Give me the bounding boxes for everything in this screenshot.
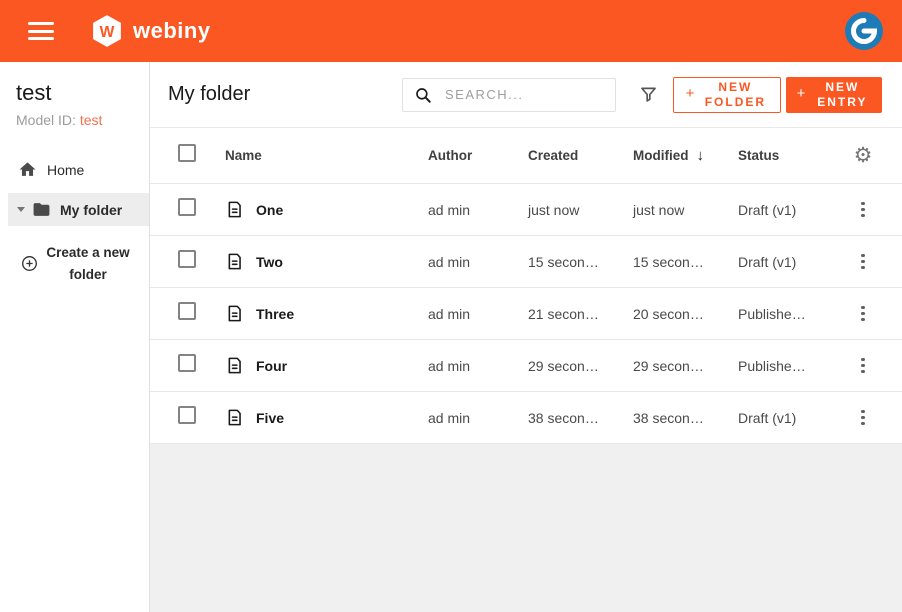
plus-circle-icon [20, 254, 39, 273]
select-all-checkbox[interactable] [178, 144, 196, 162]
new-folder-label: NEW FOLDER [702, 80, 768, 110]
webiny-logo[interactable]: W webiny [90, 14, 211, 48]
plus-icon: + [686, 85, 695, 104]
row-checkbox[interactable] [178, 302, 196, 320]
entry-created: 15 secon… [528, 254, 633, 270]
column-header-author[interactable]: Author [428, 148, 528, 163]
column-header-created[interactable]: Created [528, 148, 633, 163]
filter-icon [638, 84, 659, 105]
entry-author: ad min [428, 410, 528, 426]
table-row[interactable]: Five ad min 38 secon… 38 secon… Draft (v… [150, 392, 902, 444]
new-entry-label: NEW ENTRY [813, 80, 871, 110]
model-id-label: Model ID: [16, 112, 80, 128]
home-icon [18, 160, 37, 179]
entry-modified: just now [633, 202, 738, 218]
sidebar-item-label: My folder [60, 202, 122, 218]
entry-author: ad min [428, 358, 528, 374]
row-menu-kebab-icon[interactable] [857, 406, 869, 430]
row-checkbox[interactable] [178, 354, 196, 372]
entry-modified: 15 secon… [633, 254, 738, 270]
empty-area [150, 444, 902, 612]
entry-status: Draft (v1) [738, 254, 848, 270]
entry-name[interactable]: Two [256, 254, 283, 270]
create-new-folder-button[interactable]: Create a new folder [0, 242, 149, 285]
entry-name[interactable]: One [256, 202, 283, 218]
row-checkbox[interactable] [178, 406, 196, 424]
sidebar: test Model ID: test Home My folder [0, 62, 150, 612]
entry-created: 38 secon… [528, 410, 633, 426]
chevron-down-icon[interactable] [17, 207, 25, 212]
table-header-row: Name Author Created Modified ↓ Status ⚙ [150, 128, 902, 184]
menu-icon[interactable] [28, 22, 54, 40]
entry-modified: 38 secon… [633, 410, 738, 426]
search-box [402, 78, 616, 112]
entry-created: 29 secon… [528, 358, 633, 374]
document-icon [225, 304, 244, 323]
entry-modified: 29 secon… [633, 358, 738, 374]
row-checkbox[interactable] [178, 198, 196, 216]
row-menu-kebab-icon[interactable] [857, 250, 869, 274]
entry-modified: 20 secon… [633, 306, 738, 322]
table-row[interactable]: One ad min just now just now Draft (v1) [150, 184, 902, 236]
entry-status: Draft (v1) [738, 202, 848, 218]
table-row[interactable]: Two ad min 15 secon… 15 secon… Draft (v1… [150, 236, 902, 288]
new-entry-button[interactable]: + NEW ENTRY [786, 77, 882, 113]
table-row[interactable]: Three ad min 21 secon… 20 secon… Publish… [150, 288, 902, 340]
folder-icon [32, 200, 51, 219]
row-checkbox[interactable] [178, 250, 196, 268]
plus-icon: + [797, 85, 806, 104]
sidebar-item-my-folder[interactable]: My folder [8, 193, 149, 226]
entry-status: Draft (v1) [738, 410, 848, 426]
main-content: My folder + NEW FOLDER + NEW ENTRY [150, 62, 902, 612]
webiny-hexagon-icon: W [90, 14, 124, 48]
search-icon [414, 86, 432, 104]
filter-button[interactable] [638, 84, 659, 105]
table-settings-gear-icon[interactable]: ⚙ [854, 145, 873, 166]
entry-author: ad min [428, 202, 528, 218]
user-avatar[interactable] [844, 11, 884, 51]
folder-tree: Home My folder Create a new folder [0, 154, 149, 285]
document-icon [225, 200, 244, 219]
model-id-value: test [80, 112, 103, 128]
entry-name[interactable]: Five [256, 410, 284, 426]
document-icon [225, 408, 244, 427]
document-icon [225, 252, 244, 271]
row-menu-kebab-icon[interactable] [857, 354, 869, 378]
brand-wordmark: webiny [133, 18, 211, 44]
model-id: Model ID: test [16, 112, 133, 128]
model-title: test [16, 80, 133, 106]
column-header-status[interactable]: Status [738, 148, 848, 163]
page-title: My folder [168, 83, 250, 106]
entry-status: Publishe… [738, 306, 848, 322]
sidebar-item-home[interactable]: Home [0, 154, 149, 185]
search-input[interactable] [402, 78, 616, 112]
toolbar: My folder + NEW FOLDER + NEW ENTRY [150, 62, 902, 128]
app-header: W webiny [0, 0, 902, 62]
entry-author: ad min [428, 306, 528, 322]
table-row[interactable]: Four ad min 29 secon… 29 secon… Publishe… [150, 340, 902, 392]
entry-name[interactable]: Three [256, 306, 294, 322]
column-header-name[interactable]: Name [225, 148, 428, 163]
create-folder-label: Create a new folder [45, 242, 131, 285]
document-icon [225, 356, 244, 375]
new-folder-button[interactable]: + NEW FOLDER [673, 77, 781, 113]
row-menu-kebab-icon[interactable] [857, 198, 869, 222]
sort-descending-icon: ↓ [697, 147, 705, 164]
entry-author: ad min [428, 254, 528, 270]
entries-table: Name Author Created Modified ↓ Status ⚙ [150, 128, 902, 444]
entry-name[interactable]: Four [256, 358, 287, 374]
column-header-modified[interactable]: Modified ↓ [633, 147, 738, 164]
entry-created: 21 secon… [528, 306, 633, 322]
entry-created: just now [528, 202, 633, 218]
svg-text:W: W [100, 24, 115, 41]
row-menu-kebab-icon[interactable] [857, 302, 869, 326]
entry-status: Publishe… [738, 358, 848, 374]
sidebar-item-label: Home [47, 162, 84, 178]
